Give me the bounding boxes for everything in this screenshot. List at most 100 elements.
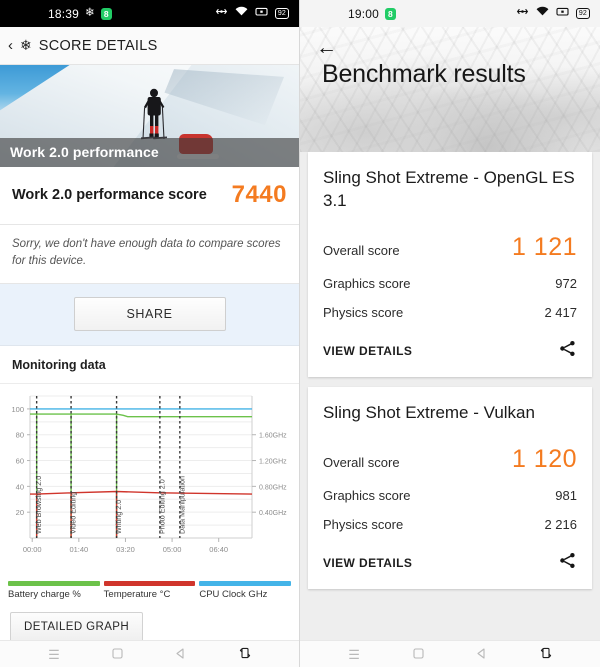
benchmark-hero: ← Benchmark results	[300, 27, 600, 152]
status-right-group: 92	[215, 6, 289, 21]
svg-text:100: 100	[11, 405, 24, 414]
svg-text:80: 80	[16, 431, 24, 440]
back-arrow-icon[interactable]: ←	[316, 37, 337, 58]
score-row-physics: Physics score 2 216	[323, 510, 577, 539]
score-row: Work 2.0 performance score 7440	[0, 167, 299, 224]
score-row-value: 1 121	[511, 233, 577, 261]
navigation-bar-left: ☰	[0, 640, 299, 667]
share-icon[interactable]	[558, 339, 577, 363]
svg-text:Photo Editing 2.0: Photo Editing 2.0	[157, 479, 166, 534]
benchmark-results-title: Benchmark results	[322, 60, 526, 88]
svg-text:Writing 2.0: Writing 2.0	[114, 500, 123, 534]
legend-label: Battery charge %	[8, 589, 81, 600]
benchmark-cards: Sling Shot Extreme - OpenGL ES 3.1 Overa…	[300, 152, 600, 589]
home-square-icon[interactable]	[112, 647, 123, 661]
svg-text:03:20: 03:20	[116, 545, 135, 554]
status-left-group: 18:39 ❄ 8	[48, 7, 112, 21]
legend-swatch	[103, 581, 196, 586]
monitoring-chart-svg: 20 40 60 80 100 0.40GHz 0.80GHz 1.20GHz 1.60GHz 0…	[11, 395, 287, 554]
back-triangle-icon[interactable]	[476, 647, 487, 661]
status-bar-left: 18:39 ❄ 8 92	[0, 0, 299, 27]
card-footer: VIEW DETAILS	[323, 327, 577, 367]
score-row-value: 2 216	[544, 517, 577, 532]
back-chevron-icon[interactable]: ‹	[8, 37, 13, 54]
screen-3dmark-benchmark-results: 19:00 8 92 ← Benchmark results Sling Sho…	[300, 0, 600, 667]
app-bar: ‹ ❄ SCORE DETAILS	[0, 27, 299, 65]
menu-icon[interactable]: ☰	[48, 648, 60, 661]
score-row-value: 1 120	[511, 445, 577, 473]
card-footer: VIEW DETAILS	[323, 539, 577, 579]
benchmark-card[interactable]: Sling Shot Extreme - OpenGL ES 3.1 Overa…	[308, 152, 592, 377]
nfc-icon	[516, 6, 529, 21]
hero-image: Work 2.0 performance	[0, 65, 299, 167]
screen-pcmark-score-details: 18:39 ❄ 8 92 ‹ ❄ SCORE DETAILS Work 2.0 …	[0, 0, 300, 667]
notification-badge: 8	[385, 7, 396, 20]
score-row-overall: Overall score 1 120	[323, 438, 577, 481]
benchmark-card-title: Sling Shot Extreme - OpenGL ES 3.1	[323, 168, 575, 210]
score-row-value: 981	[555, 488, 577, 503]
score-row-graphics: Graphics score 981	[323, 481, 577, 510]
screenshot-icon	[556, 6, 569, 21]
rotate-screen-icon[interactable]	[239, 647, 251, 661]
battery-icon: 92	[274, 8, 289, 19]
monitoring-data-title: Monitoring data	[0, 346, 299, 384]
svg-text:Web Browsing 2.0: Web Browsing 2.0	[34, 476, 43, 534]
score-row-physics: Physics score 2 417	[323, 298, 577, 327]
status-time: 19:00	[348, 6, 380, 21]
score-row-graphics: Graphics score 972	[323, 269, 577, 298]
back-triangle-icon[interactable]	[175, 647, 186, 661]
score-row-label: Overall score	[323, 455, 400, 470]
legend-label: CPU Clock GHz	[199, 589, 268, 600]
status-time: 18:39	[48, 6, 80, 21]
benchmark-card[interactable]: Sling Shot Extreme - Vulkan Overall scor…	[308, 387, 592, 589]
wifi-icon	[235, 6, 248, 21]
legend-label: Temperature °C	[103, 589, 171, 600]
legend-item-temperature: Temperature °C	[103, 581, 196, 600]
view-details-link[interactable]: VIEW DETAILS	[323, 344, 412, 358]
rotate-screen-icon[interactable]	[540, 647, 552, 661]
notification-badge: 8	[100, 7, 112, 20]
nfc-icon	[215, 6, 228, 21]
screenshot-icon	[255, 6, 268, 21]
score-card: Work 2.0 performance score 7440	[0, 167, 299, 225]
view-details-link[interactable]: VIEW DETAILS	[323, 556, 412, 570]
share-zone: SHARE	[0, 284, 299, 346]
svg-text:0.40GHz: 0.40GHz	[259, 510, 287, 517]
score-row-label: Graphics score	[323, 488, 411, 503]
score-row-label: Physics score	[323, 517, 404, 532]
wifi-icon	[536, 6, 549, 21]
svg-text:00:00: 00:00	[23, 545, 42, 554]
score-label: Work 2.0 performance score	[12, 187, 207, 203]
share-button[interactable]: SHARE	[73, 297, 226, 331]
svg-text:0.80GHz: 0.80GHz	[259, 484, 287, 491]
comparison-note-card: Sorry, we don't have enough data to comp…	[0, 225, 299, 284]
svg-text:20: 20	[16, 508, 24, 517]
navigation-bar-right: ☰	[300, 640, 600, 667]
score-value: 7440	[231, 181, 287, 208]
svg-text:01:40: 01:40	[69, 545, 88, 554]
legend-swatch	[199, 581, 292, 586]
benchmark-card-title: Sling Shot Extreme - Vulkan	[323, 403, 535, 422]
hero-caption: Work 2.0 performance	[0, 138, 299, 167]
svg-text:05:00: 05:00	[163, 545, 182, 554]
svg-text:Data Manipulation: Data Manipulation	[177, 476, 186, 534]
svg-text:Video Editing: Video Editing	[69, 492, 78, 534]
battery-icon: 92	[575, 8, 590, 19]
score-row-value: 2 417	[544, 305, 577, 320]
snowflake-icon: ❄	[85, 6, 95, 19]
score-row-overall: Overall score 1 121	[323, 226, 577, 269]
status-left-group: 19:00 8	[348, 7, 396, 21]
monitoring-chart: 20 40 60 80 100 0.40GHz 0.80GHz 1.20GHz 1.60GHz 0…	[0, 384, 299, 575]
legend-swatch	[8, 581, 100, 586]
share-icon[interactable]	[558, 551, 577, 575]
snowflake-icon: ❄	[20, 37, 32, 53]
dual-screenshot: 18:39 ❄ 8 92 ‹ ❄ SCORE DETAILS Work 2.0 …	[0, 0, 600, 667]
home-square-icon[interactable]	[412, 647, 424, 661]
comparison-note: Sorry, we don't have enough data to comp…	[12, 238, 281, 267]
svg-text:06:40: 06:40	[209, 545, 228, 554]
menu-icon[interactable]: ☰	[348, 648, 360, 661]
detailed-graph-button[interactable]: DETAILED GRAPH	[10, 612, 144, 642]
score-row-label: Physics score	[323, 305, 404, 320]
page-title: SCORE DETAILS	[38, 37, 158, 54]
chart-legend: Battery charge % Temperature °C CPU Cloc…	[0, 575, 299, 608]
